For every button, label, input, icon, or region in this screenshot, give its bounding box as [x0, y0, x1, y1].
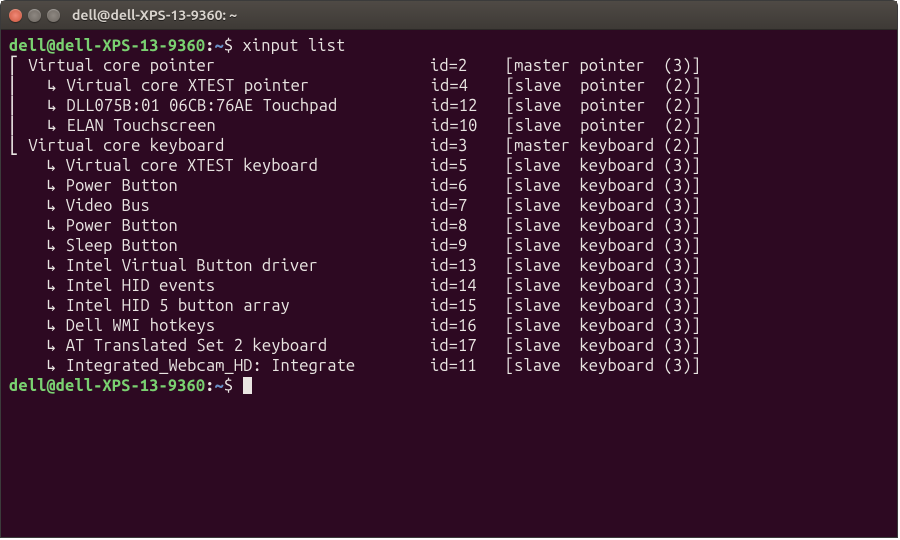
- device-id: id=5: [430, 157, 505, 175]
- device-name: Virtual core keyboard: [28, 137, 430, 155]
- device-name: AT Translated Set 2 keyboard: [66, 337, 430, 355]
- output-line: ⎜ ↳ DLL075B:01 06CB:76AE Touchpad id=12 …: [9, 96, 889, 116]
- device-id: id=2: [430, 57, 505, 75]
- device-name: Virtual core pointer: [28, 57, 430, 75]
- window-title: dell@dell-XPS-13-9360: ~: [72, 7, 237, 23]
- text-cursor: [243, 377, 252, 394]
- device-role: [slave keyboard (3)]: [505, 257, 701, 275]
- output-line: ⎜ ↳ Virtual core XTEST pointer id=4 [sla…: [9, 76, 889, 96]
- device-name: Sleep Button: [66, 237, 430, 255]
- device-name: Dell WMI hotkeys: [66, 317, 430, 335]
- output-line: ↳ Integrated_Webcam_HD: Integrate id=11 …: [9, 356, 889, 376]
- output-line: ⎣ Virtual core keyboard id=3 [master key…: [9, 136, 889, 156]
- device-role: [slave keyboard (3)]: [505, 337, 701, 355]
- output-line: ⎜ ↳ ELAN Touchscreen id=10 [slave pointe…: [9, 116, 889, 136]
- prompt-line: dell@dell-XPS-13-9360:~$ xinput list: [9, 36, 889, 56]
- device-id: id=13: [430, 257, 505, 275]
- device-id: id=4: [431, 77, 506, 95]
- prompt-sigil: $: [224, 37, 233, 55]
- device-role: [master pointer (3)]: [505, 57, 701, 75]
- tree-prefix: ↳: [9, 257, 66, 275]
- device-role: [slave pointer (2)]: [505, 77, 701, 95]
- device-role: [slave keyboard (3)]: [505, 357, 701, 375]
- tree-prefix: ↳: [9, 237, 66, 255]
- tree-prefix: ↳: [9, 337, 66, 355]
- device-name: Video Bus: [66, 197, 430, 215]
- output-line: ↳ Intel Virtual Button driver id=13 [sla…: [9, 256, 889, 276]
- device-id: id=7: [430, 197, 505, 215]
- tree-prefix: ⎡: [9, 57, 28, 75]
- device-id: id=15: [430, 297, 505, 315]
- device-id: id=12: [431, 97, 506, 115]
- device-name: Virtual core XTEST keyboard: [66, 157, 430, 175]
- terminal-viewport[interactable]: dell@dell-XPS-13-9360:~$ xinput list ⎡ V…: [1, 30, 897, 537]
- prompt-path: ~: [215, 37, 224, 55]
- tree-prefix: ↳: [9, 197, 66, 215]
- command-output: ⎡ Virtual core pointer id=2 [master poin…: [9, 56, 889, 376]
- device-id: id=6: [430, 177, 505, 195]
- tree-prefix: ↳: [9, 357, 66, 375]
- tree-prefix: ↳: [9, 177, 66, 195]
- output-line: ↳ Sleep Button id=9 [slave keyboard (3)]: [9, 236, 889, 256]
- output-line: ↳ Dell WMI hotkeys id=16 [slave keyboard…: [9, 316, 889, 336]
- window-buttons: [9, 9, 60, 22]
- device-role: [slave keyboard (3)]: [505, 317, 701, 335]
- device-role: [slave keyboard (3)]: [505, 217, 701, 235]
- device-name: Power Button: [66, 217, 430, 235]
- output-line: ↳ Video Bus id=7 [slave keyboard (3)]: [9, 196, 889, 216]
- device-role: [slave keyboard (3)]: [505, 277, 701, 295]
- device-role: [slave keyboard (3)]: [505, 177, 701, 195]
- device-role: [slave keyboard (3)]: [505, 237, 701, 255]
- output-line: ↳ Power Button id=8 [slave keyboard (3)]: [9, 216, 889, 236]
- device-id: id=3: [430, 137, 505, 155]
- prompt-host: dell-XPS-13-9360: [56, 37, 205, 55]
- device-role: [slave keyboard (3)]: [505, 297, 701, 315]
- device-id: id=8: [430, 217, 505, 235]
- tree-prefix: ↳: [9, 297, 66, 315]
- close-icon[interactable]: [9, 9, 22, 22]
- device-name: Virtual core XTEST pointer: [66, 77, 430, 95]
- output-line: ↳ AT Translated Set 2 keyboard id=17 [sl…: [9, 336, 889, 356]
- device-name: ELAN Touchscreen: [66, 117, 430, 135]
- output-line: ↳ Power Button id=6 [slave keyboard (3)]: [9, 176, 889, 196]
- output-line: ⎡ Virtual core pointer id=2 [master poin…: [9, 56, 889, 76]
- device-name: DLL075B:01 06CB:76AE Touchpad: [66, 97, 430, 115]
- typed-command: xinput list: [243, 37, 346, 55]
- maximize-icon[interactable]: [47, 9, 60, 22]
- device-role: [slave pointer (2)]: [505, 117, 701, 135]
- window-titlebar[interactable]: dell@dell-XPS-13-9360: ~: [1, 1, 897, 30]
- tree-prefix: ⎜ ↳: [9, 77, 66, 95]
- device-role: [slave pointer (2)]: [505, 97, 701, 115]
- output-line: ↳ Intel HID 5 button array id=15 [slave …: [9, 296, 889, 316]
- device-name: Integrated_Webcam_HD: Integrate: [66, 357, 430, 375]
- tree-prefix: ⎜ ↳: [9, 117, 66, 135]
- device-name: Intel HID events: [66, 277, 430, 295]
- minimize-icon[interactable]: [28, 9, 41, 22]
- device-role: [slave keyboard (3)]: [505, 157, 701, 175]
- device-id: id=9: [430, 237, 505, 255]
- prompt-user: dell: [9, 37, 46, 55]
- device-id: id=14: [430, 277, 505, 295]
- device-id: id=17: [430, 337, 505, 355]
- device-role: [master keyboard (2)]: [505, 137, 701, 155]
- device-name: Power Button: [66, 177, 430, 195]
- tree-prefix: ↳: [9, 217, 66, 235]
- tree-prefix: ↳: [9, 277, 66, 295]
- output-line: ↳ Virtual core XTEST keyboard id=5 [slav…: [9, 156, 889, 176]
- device-id: id=10: [431, 117, 506, 135]
- device-id: id=16: [430, 317, 505, 335]
- prompt-line-2: dell@dell-XPS-13-9360:~$: [9, 376, 889, 396]
- device-name: Intel Virtual Button driver: [66, 257, 430, 275]
- tree-prefix: ⎜ ↳: [9, 97, 66, 115]
- tree-prefix: ↳: [9, 317, 66, 335]
- output-line: ↳ Intel HID events id=14 [slave keyboard…: [9, 276, 889, 296]
- device-role: [slave keyboard (3)]: [505, 197, 701, 215]
- tree-prefix: ⎣: [9, 137, 28, 155]
- terminal-window: dell@dell-XPS-13-9360: ~ dell@dell-XPS-1…: [0, 0, 898, 538]
- tree-prefix: ↳: [9, 157, 66, 175]
- device-name: Intel HID 5 button array: [66, 297, 430, 315]
- device-id: id=11: [430, 357, 505, 375]
